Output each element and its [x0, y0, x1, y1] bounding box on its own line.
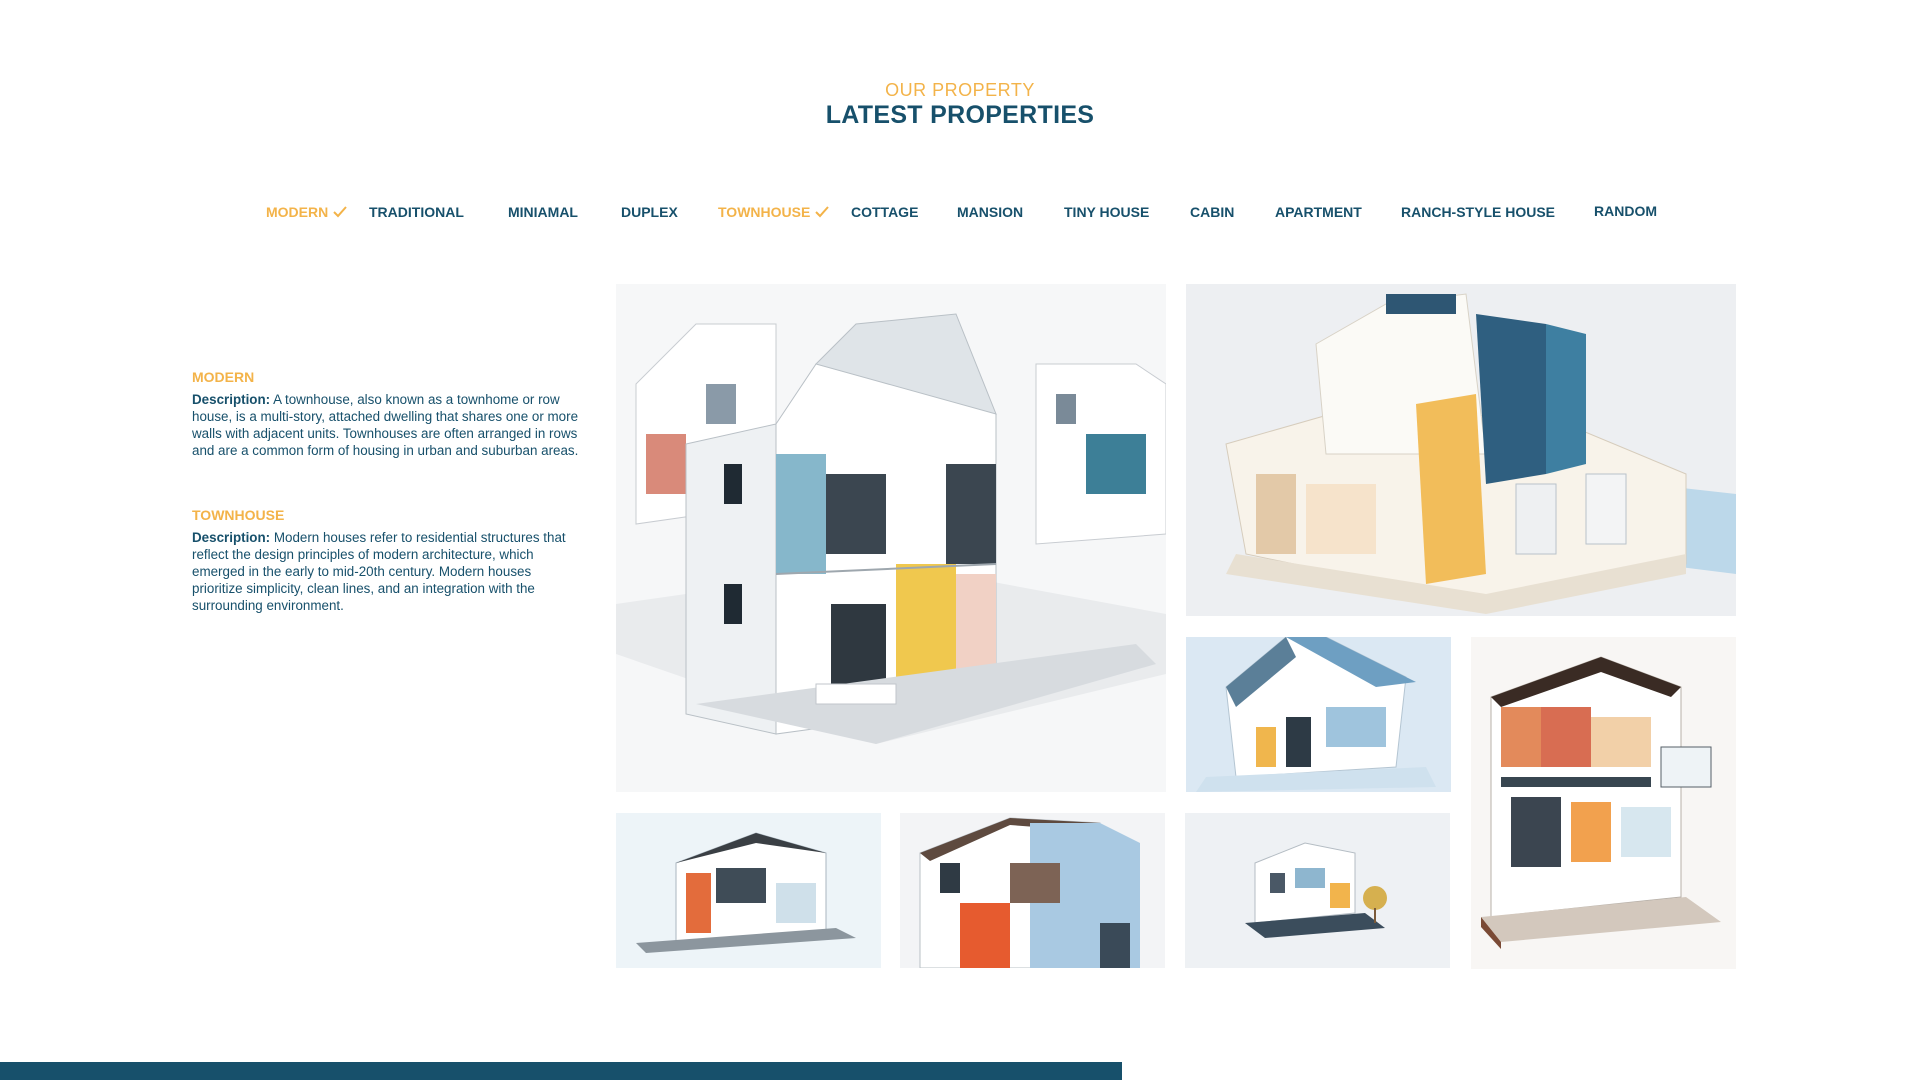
filter-duplex[interactable]: DUPLEX — [621, 204, 678, 220]
filter-traditional[interactable]: TRADITIONAL — [369, 204, 464, 220]
filter-label: DUPLEX — [621, 204, 678, 220]
property-image-bottom-2[interactable] — [900, 813, 1165, 968]
property-image-top-right[interactable] — [1186, 284, 1736, 616]
filter-label: COTTAGE — [851, 204, 919, 220]
filter-mansion[interactable]: MANSION — [957, 204, 1023, 220]
filter-cottage[interactable]: COTTAGE — [851, 204, 918, 220]
filter-cabin[interactable]: CABIN — [1190, 204, 1234, 220]
description-label: Description: — [192, 392, 271, 407]
description-label: Description: — [192, 530, 271, 545]
filter-label: RANCH-STYLE HOUSE — [1401, 204, 1556, 220]
filter-tiny-house[interactable]: TINY HOUSE — [1064, 204, 1149, 220]
section-eyebrow: OUR PROPERTY — [885, 80, 1035, 100]
description-text: Description: A townhouse, also known as … — [192, 391, 584, 459]
filter-label: MODERN — [266, 204, 329, 220]
description-title: TOWNHOUSE — [192, 507, 285, 523]
description-title: MODERN — [192, 369, 255, 385]
description-modern: MODERN Description: A townhouse, also kn… — [192, 369, 584, 459]
filter-ranch-style-house[interactable]: RANCH-STYLE HOUSE — [1401, 204, 1555, 220]
filter-label: CABIN — [1190, 204, 1235, 220]
property-image-tall[interactable] — [1471, 637, 1736, 969]
filter-label: TRADITIONAL — [369, 204, 464, 220]
filter-label: MANSION — [957, 204, 1024, 220]
filter-minimal[interactable]: MINIAMAL — [508, 204, 578, 220]
property-image-bottom-3[interactable] — [1185, 813, 1450, 968]
filter-townhouse[interactable]: TOWNHOUSE — [718, 204, 830, 221]
check-icon — [814, 205, 830, 221]
filter-label: TOWNHOUSE — [718, 204, 811, 220]
property-image-blue-roof[interactable] — [1186, 637, 1451, 792]
filter-label: MINIAMAL — [508, 204, 578, 220]
filter-random[interactable]: RANDOM — [1594, 203, 1657, 219]
description-text: Description: Modern houses refer to resi… — [192, 529, 584, 614]
property-image-bottom-1[interactable] — [616, 813, 881, 968]
filter-label: APARTMENT — [1275, 204, 1362, 220]
check-icon — [332, 205, 348, 221]
section-title: LATEST PROPERTIES — [825, 101, 1095, 129]
filter-apartment[interactable]: APARTMENT — [1275, 204, 1362, 220]
filter-label: RANDOM — [1594, 203, 1657, 219]
property-image-large[interactable] — [616, 284, 1166, 792]
footer-bar — [0, 1062, 1122, 1080]
filter-label: TINY HOUSE — [1064, 204, 1150, 220]
section-header: OUR PROPERTY LATEST PROPERTIES — [0, 80, 1920, 130]
filter-modern[interactable]: MODERN — [266, 204, 348, 221]
description-townhouse: TOWNHOUSE Description: Modern houses ref… — [192, 507, 584, 614]
